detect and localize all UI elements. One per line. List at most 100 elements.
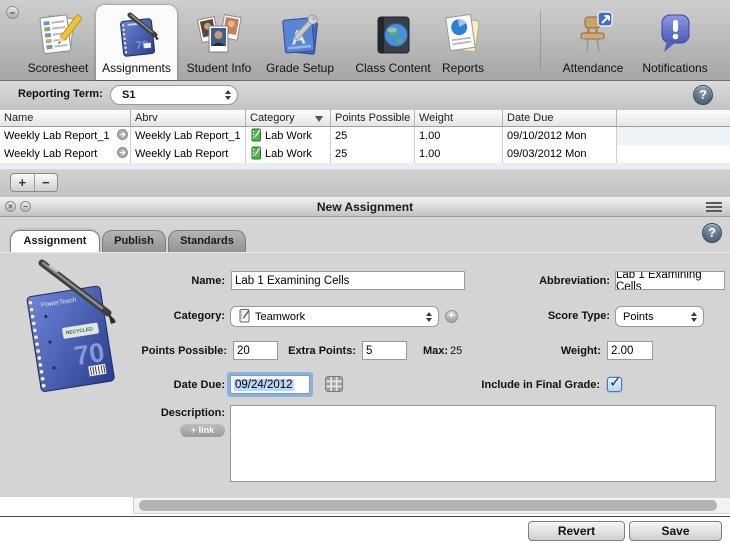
row-date-due: 09/10/2012 Mon bbox=[507, 130, 587, 142]
horizontal-scrollbar-thumb[interactable] bbox=[139, 500, 717, 511]
stepper-arrows-icon bbox=[225, 90, 231, 100]
column-header-weight[interactable]: Weight bbox=[415, 110, 503, 126]
toolbar-item-label: Attendance bbox=[562, 61, 624, 75]
toolbar-item-label: Notifications bbox=[642, 61, 708, 75]
panel-title: New Assignment bbox=[316, 200, 414, 214]
description-textarea[interactable] bbox=[230, 405, 716, 482]
remove-assignment-button[interactable]: − bbox=[35, 174, 58, 191]
add-link-label: + link bbox=[190, 425, 215, 435]
toolbar-collapse-button[interactable] bbox=[6, 6, 19, 19]
row-category: Lab Work bbox=[265, 130, 312, 142]
weight-input[interactable] bbox=[607, 341, 653, 360]
name-input[interactable] bbox=[231, 271, 465, 290]
reporting-term-dropdown[interactable]: S1 bbox=[110, 85, 238, 105]
table-row[interactable]: Weekly Lab Report Weekly Lab Report Lab … bbox=[0, 145, 730, 163]
student-info-icon bbox=[195, 11, 243, 59]
help-button-top[interactable]: ? bbox=[693, 85, 713, 105]
column-header-category[interactable]: Category bbox=[246, 110, 331, 126]
reporting-term-label: Reporting Term: bbox=[18, 88, 103, 100]
row-abrv: Weekly Lab Report_1 bbox=[135, 130, 241, 142]
row-abrv: Weekly Lab Report bbox=[135, 148, 229, 160]
add-link-button[interactable]: + link bbox=[180, 424, 225, 437]
tab-publish[interactable]: Publish bbox=[102, 230, 166, 252]
row-weight: 1.00 bbox=[419, 130, 441, 142]
horizontal-scrollbar-track[interactable] bbox=[133, 497, 730, 514]
help-button-panel[interactable]: ? bbox=[702, 223, 722, 243]
column-header-name[interactable]: Name bbox=[0, 110, 131, 126]
toolbar-item-label: Assignments bbox=[102, 61, 171, 75]
gradebook-window: Scoresheet 70 Assignments Student Info G… bbox=[0, 0, 730, 542]
go-arrow-icon[interactable] bbox=[117, 147, 128, 161]
table-empty-stripe bbox=[0, 163, 730, 170]
add-assignment-button[interactable]: + bbox=[11, 174, 35, 191]
toolbar-item-grade-setup[interactable]: A Grade Setup bbox=[261, 5, 339, 80]
include-final-grade-label: Include in Final Grade: bbox=[481, 379, 600, 391]
toolbar-item-assignments[interactable]: 70 Assignments bbox=[96, 5, 177, 80]
weight-label: Weight: bbox=[560, 345, 601, 357]
row-points-possible: 25 bbox=[335, 130, 348, 142]
column-header-date-due[interactable]: Date Due bbox=[503, 110, 617, 126]
toolbar-item-student-info[interactable]: Student Info bbox=[181, 5, 257, 80]
notepad-icon bbox=[238, 308, 250, 326]
toolbar-item-label: Reports bbox=[441, 61, 485, 75]
category-notebook-icon bbox=[250, 146, 261, 163]
abbreviation-label: Abbreviation: bbox=[539, 275, 610, 287]
calendar-icon[interactable] bbox=[325, 376, 343, 397]
extra-points-label: Extra Points: bbox=[288, 345, 356, 357]
score-type-label: Score Type: bbox=[547, 310, 610, 322]
assignments-table-header: Name Abrv Category Points Possible Weigh… bbox=[0, 110, 730, 127]
add-category-button[interactable]: + bbox=[445, 310, 458, 323]
panel-menu-button[interactable] bbox=[706, 202, 722, 212]
horizontal-scrollbar-strip bbox=[0, 497, 730, 516]
row-weight: 1.00 bbox=[419, 148, 441, 160]
abbreviation-input[interactable]: Lab 1 Examining Cells bbox=[615, 271, 725, 290]
include-final-grade-checkbox[interactable]: ✓ bbox=[607, 374, 622, 392]
tab-standards[interactable]: Standards bbox=[168, 230, 246, 252]
column-header-points-possible[interactable]: Points Possible bbox=[331, 110, 415, 126]
max-label: Max: bbox=[423, 345, 449, 357]
revert-button[interactable]: Revert bbox=[528, 521, 625, 541]
extra-points-input[interactable] bbox=[362, 341, 407, 360]
category-dropdown[interactable]: Teamwork bbox=[230, 306, 439, 327]
toolbar-item-class-content[interactable]: Class Content bbox=[350, 5, 436, 80]
category-value: Teamwork bbox=[255, 310, 306, 323]
points-possible-input[interactable] bbox=[233, 341, 278, 360]
name-label: Name: bbox=[191, 275, 225, 287]
score-type-dropdown[interactable]: Points bbox=[615, 306, 704, 327]
toolbar-item-attendance[interactable]: Attendance bbox=[552, 5, 634, 80]
class-content-icon bbox=[369, 11, 417, 59]
toolbar-item-label: Grade Setup bbox=[265, 61, 335, 75]
row-filler bbox=[617, 127, 730, 145]
column-header-filler bbox=[617, 110, 730, 126]
toolbar-item-reports[interactable]: Reports bbox=[428, 5, 498, 80]
date-due-value: 09/24/2012 bbox=[234, 378, 294, 391]
row-category: Lab Work bbox=[265, 148, 312, 160]
table-footer-bar: + − bbox=[0, 170, 730, 198]
tab-assignment[interactable]: Assignment bbox=[10, 230, 100, 252]
toolbar-item-scoresheet[interactable]: Scoresheet bbox=[20, 5, 96, 80]
column-header-abrv[interactable]: Abrv bbox=[131, 110, 246, 126]
table-row[interactable]: Weekly Lab Report_1 Weekly Lab Report_1 … bbox=[0, 127, 730, 145]
category-label: Category: bbox=[173, 310, 225, 322]
new-assignment-panel: ? Assignment Publish Standards PowerTeac… bbox=[0, 217, 730, 497]
toolbar-separator bbox=[540, 10, 541, 70]
assignments-icon: 70 bbox=[113, 11, 161, 59]
reports-icon bbox=[439, 11, 487, 59]
date-due-label: Date Due: bbox=[173, 379, 225, 391]
reporting-term-value: S1 bbox=[122, 89, 136, 101]
sort-descending-icon bbox=[315, 116, 323, 122]
toolbar-item-label: Student Info bbox=[186, 61, 252, 75]
notifications-icon bbox=[651, 11, 699, 59]
save-button[interactable]: Save bbox=[629, 521, 722, 541]
category-notebook-icon bbox=[250, 128, 261, 145]
toolbar-item-notifications[interactable]: Notifications bbox=[634, 5, 716, 80]
panel-titlebar[interactable]: × − New Assignment bbox=[0, 197, 730, 217]
question-mark-icon: ? bbox=[708, 225, 716, 240]
row-filler bbox=[617, 145, 730, 163]
go-arrow-icon[interactable] bbox=[117, 129, 128, 143]
date-due-input[interactable]: 09/24/2012 bbox=[230, 375, 310, 394]
abbreviation-value: Lab 1 Examining Cells bbox=[616, 271, 702, 290]
toolbar-item-label: Class Content bbox=[355, 61, 431, 75]
scoresheet-icon bbox=[34, 11, 83, 59]
footer-bar: Revert Save bbox=[0, 517, 730, 542]
